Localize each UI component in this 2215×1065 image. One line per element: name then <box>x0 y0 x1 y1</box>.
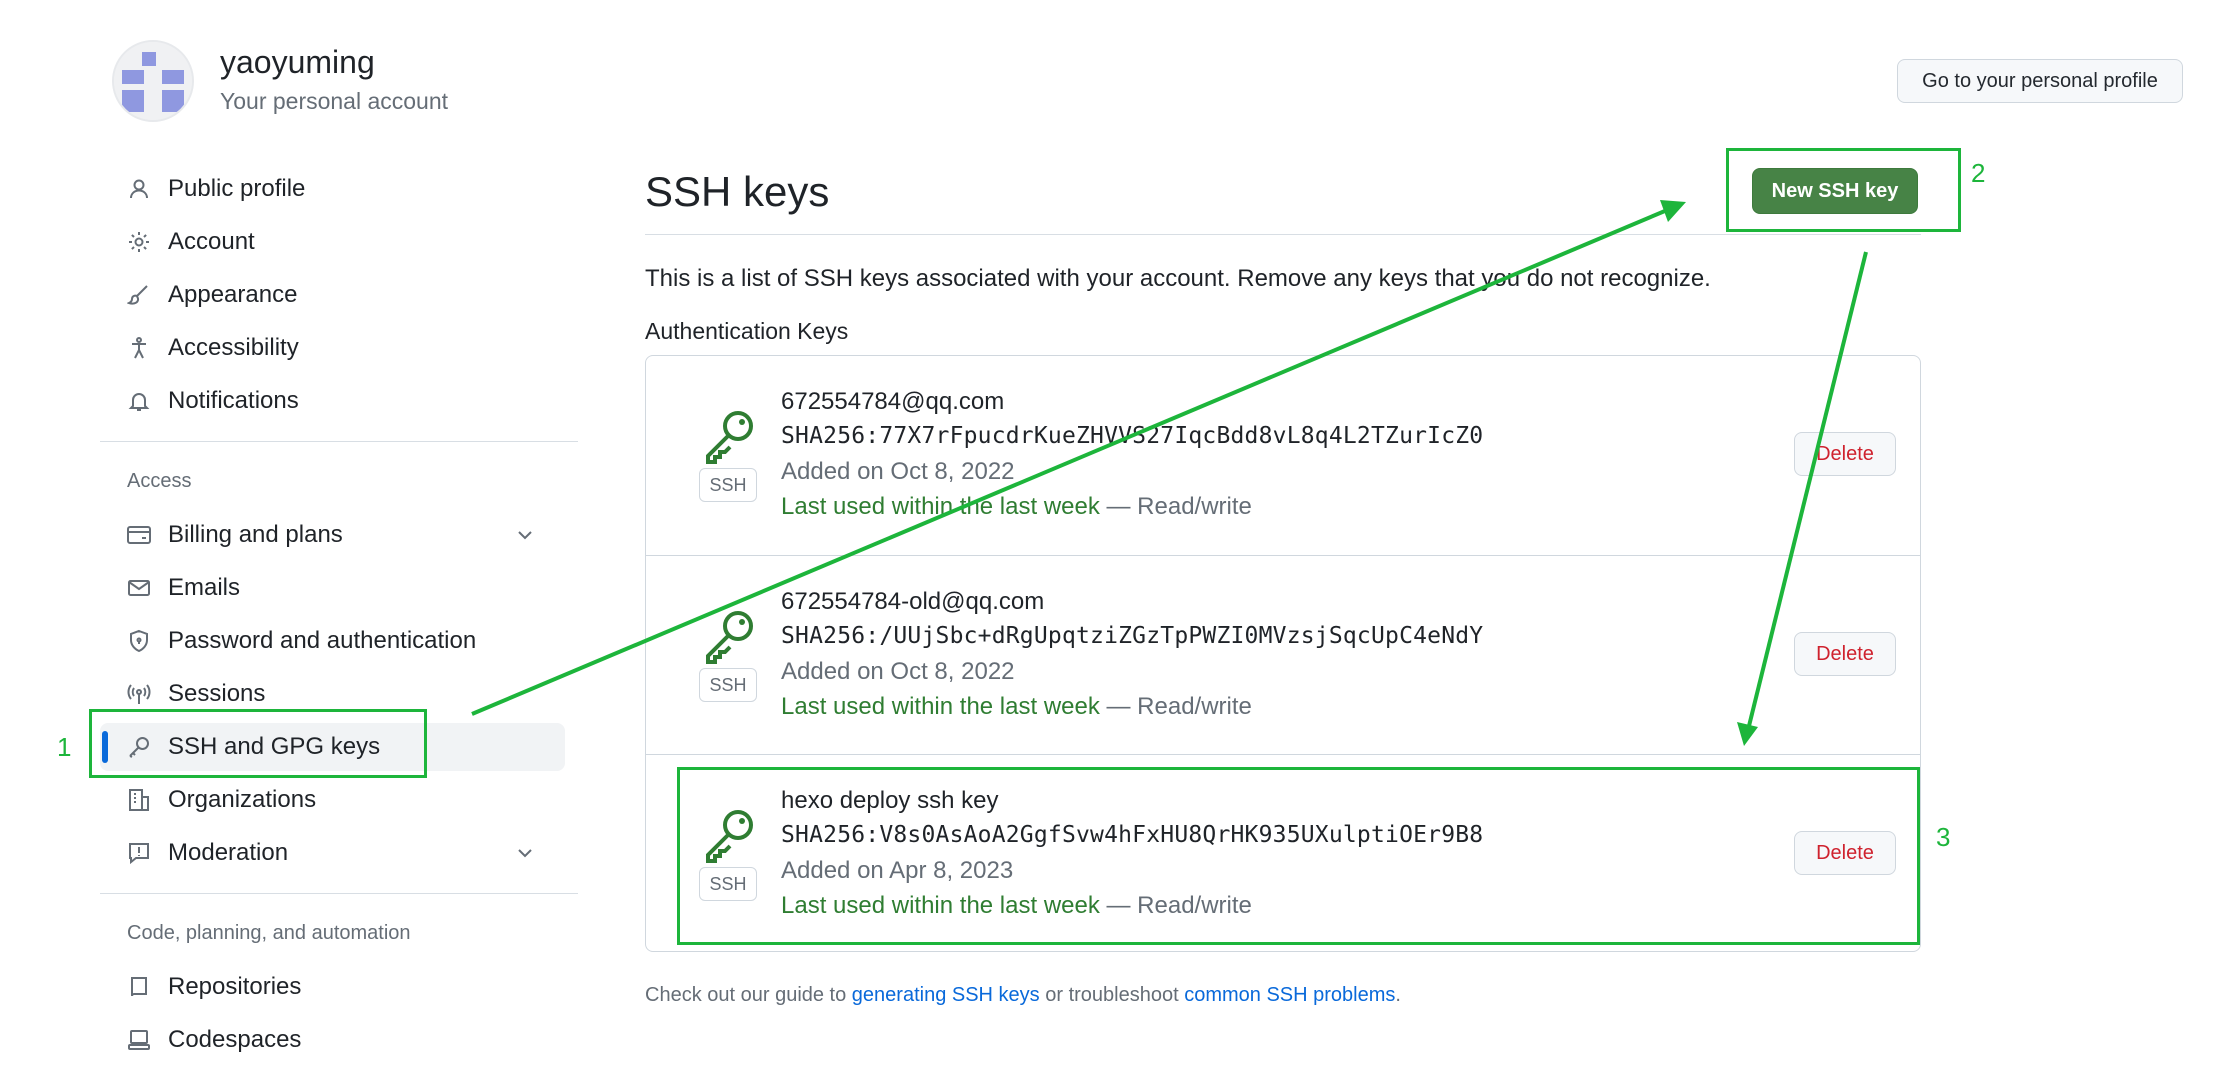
arrowhead <box>1737 722 1758 746</box>
annotation-arrows <box>471 200 1868 746</box>
annotation-arrow-1-to-2 <box>471 206 1673 716</box>
annotation-arrow-2-to-3 <box>1746 251 1868 731</box>
